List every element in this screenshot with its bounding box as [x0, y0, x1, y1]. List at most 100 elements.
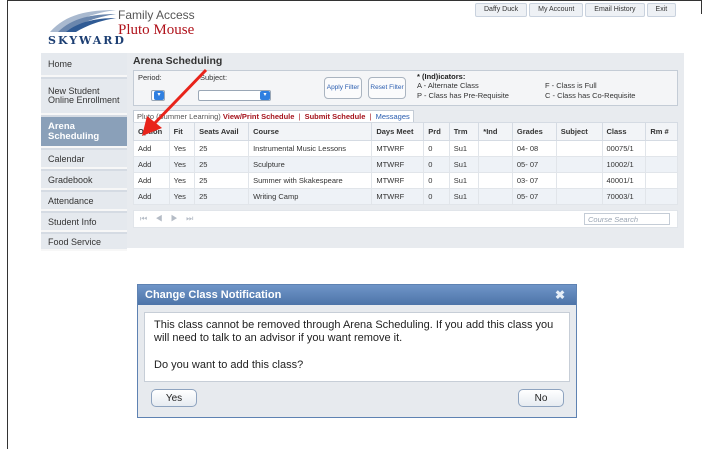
sidebar-item-calendar[interactable]: Calendar [41, 150, 127, 169]
tab-messages[interactable]: Messages [376, 112, 410, 121]
fit-cell: Yes [168, 172, 196, 189]
app-title: Family Access [118, 8, 195, 22]
ind-cell [478, 172, 513, 189]
class-link[interactable]: 10002/1 [601, 156, 647, 173]
course-link[interactable]: Summer with Skakespeare [248, 172, 373, 189]
ind-cell [478, 140, 513, 157]
apply-filter-button[interactable]: Apply Filter [324, 77, 362, 99]
table-row: Add Yes 25 Instrumental Music Lessons MT… [133, 140, 678, 157]
column-header-trm[interactable]: Trm [448, 122, 480, 141]
add-course-link[interactable]: Add [133, 172, 170, 189]
fit-cell: Yes [168, 140, 196, 157]
room-cell [645, 172, 678, 189]
days-cell: MTWRF [371, 188, 425, 205]
dialog-question: Do you want to add this class? [154, 359, 304, 371]
seats-cell: 25 [194, 140, 250, 157]
sidebar-item-gradebook[interactable]: Gradebook [41, 171, 127, 190]
screenshot-frame-top [7, 0, 702, 1]
days-cell: MTWRF [371, 140, 425, 157]
indicator-alternate: A - Alternate Class [417, 81, 479, 90]
tab-view-print-schedule[interactable]: View/Print Schedule [223, 112, 295, 121]
student-name: Pluto Mouse [118, 22, 195, 38]
days-cell: MTWRF [371, 156, 425, 173]
column-header-course[interactable]: Course [248, 122, 373, 141]
no-button[interactable]: No [518, 389, 564, 407]
term-cell: Su1 [448, 172, 480, 189]
sidebar-item-student-info[interactable]: Student Info [41, 213, 127, 232]
page-title: Arena Scheduling [133, 55, 223, 67]
skyward-logo: SKYWARD [48, 8, 124, 48]
yes-button[interactable]: Yes [151, 389, 197, 407]
fit-cell: Yes [168, 188, 196, 205]
sidebar-item-food-service[interactable]: Food Service [41, 234, 127, 251]
term-cell: Su1 [448, 140, 480, 157]
dialog-body: This class cannot be removed through Are… [144, 312, 570, 382]
days-cell: MTWRF [371, 172, 425, 189]
reset-filter-button[interactable]: Reset Filter [368, 77, 406, 99]
class-link[interactable]: 70003/1 [601, 188, 647, 205]
sidebar-item-arena-scheduling[interactable]: Arena Scheduling [41, 117, 127, 148]
period-cell: 0 [423, 172, 450, 189]
indicator-prerequisite: P - Class has Pre-Requisite [417, 91, 509, 100]
seats-cell: 25 [194, 172, 250, 189]
link-exit[interactable]: Exit [646, 3, 677, 17]
subject-cell [555, 140, 603, 157]
pager-controls[interactable]: ⏮ ◀ ▶ ⏭ [140, 214, 196, 224]
table-row: Add Yes 25 Writing Camp MTWRF 0 Su1 05- … [133, 188, 678, 205]
close-icon[interactable]: ✖ [555, 288, 565, 302]
indicators-title: * (Ind)icators: [417, 72, 466, 81]
link-parent-name[interactable]: Daffy Duck [475, 3, 528, 17]
class-link[interactable]: 40001/1 [601, 172, 647, 189]
indicator-full: F - Class is Full [545, 81, 597, 90]
period-cell: 0 [423, 140, 450, 157]
ind-cell [478, 156, 513, 173]
screenshot-frame-left [7, 0, 8, 449]
course-link[interactable]: Sculpture [248, 156, 373, 173]
logo-swoosh-icon [50, 10, 116, 32]
table-pager: ⏮ ◀ ▶ ⏭ Course Search [133, 210, 678, 228]
term-cell: Su1 [448, 188, 480, 205]
room-cell [645, 156, 678, 173]
column-header-subject[interactable]: Subject [555, 122, 603, 141]
annotation-arrow-icon [142, 68, 208, 136]
add-course-link[interactable]: Add [133, 140, 170, 157]
sidebar-item-attendance[interactable]: Attendance [41, 192, 127, 211]
column-header-ind[interactable]: *Ind [478, 122, 513, 141]
dialog-message: This class cannot be removed through Are… [154, 319, 554, 344]
column-header-class[interactable]: Class [601, 122, 647, 141]
class-link[interactable]: 00075/1 [601, 140, 647, 157]
subject-cell [555, 172, 603, 189]
add-course-link[interactable]: Add [133, 188, 170, 205]
link-my-account[interactable]: My Account [529, 3, 584, 17]
term-cell: Su1 [448, 156, 480, 173]
period-cell: 0 [423, 188, 450, 205]
room-cell [645, 140, 678, 157]
grades-cell: 03- 07 [511, 172, 557, 189]
grades-cell: 05- 07 [511, 156, 557, 173]
seats-cell: 25 [194, 188, 250, 205]
dialog-title: Change Class Notification [145, 289, 282, 301]
course-link[interactable]: Writing Camp [248, 188, 373, 205]
tab-separator: | [369, 112, 372, 121]
column-header-room[interactable]: Rm # [645, 122, 678, 141]
course-link[interactable]: Instrumental Music Lessons [248, 140, 373, 157]
add-course-link[interactable]: Add [133, 156, 170, 173]
column-header-grades[interactable]: Grades [511, 122, 557, 141]
grades-cell: 05- 07 [511, 188, 557, 205]
table-row: Add Yes 25 Sculpture MTWRF 0 Su1 05- 07 … [133, 156, 678, 173]
tab-separator: | [298, 112, 301, 121]
sidebar-item-new-student-enrollment[interactable]: New Student Online Enrollment [41, 79, 127, 115]
link-email-history[interactable]: Email History [585, 3, 645, 17]
course-search-input[interactable]: Course Search [584, 213, 670, 225]
fit-cell: Yes [168, 156, 196, 173]
tab-submit-schedule[interactable]: Submit Schedule [305, 112, 366, 121]
column-header-prd[interactable]: Prd [423, 122, 450, 141]
logo-text: SKYWARD [48, 34, 126, 47]
chevron-down-icon: ▾ [260, 91, 270, 100]
table-row: Add Yes 25 Summer with Skakespeare MTWRF… [133, 172, 678, 189]
column-header-days-meet[interactable]: Days Meet [371, 122, 425, 141]
seats-cell: 25 [194, 156, 250, 173]
period-cell: 0 [423, 156, 450, 173]
sidebar-item-home[interactable]: Home [41, 53, 127, 77]
room-cell [645, 188, 678, 205]
